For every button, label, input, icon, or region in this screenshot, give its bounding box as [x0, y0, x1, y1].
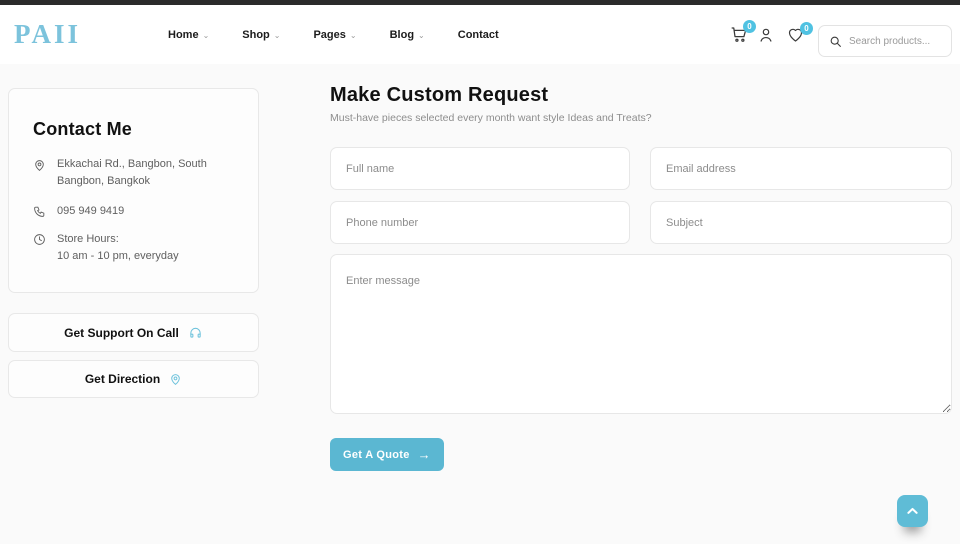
phone-icon: [33, 203, 46, 223]
phone-row: 095 949 9419: [33, 203, 247, 223]
address-row: Ekkachai Rd., Bangbon, South Bangbon, Ba…: [33, 156, 247, 190]
hours-value: 10 am - 10 pm, everyday: [57, 250, 179, 262]
contact-card: Contact Me Ekkachai Rd., Bangbon, South …: [8, 88, 259, 293]
email-input[interactable]: [650, 147, 952, 190]
message-textarea[interactable]: [330, 254, 952, 414]
main-content: Contact Me Ekkachai Rd., Bangbon, South …: [0, 64, 960, 544]
get-quote-button[interactable]: Get A Quote →: [330, 438, 444, 471]
chevron-down-icon: ⌄: [418, 30, 425, 40]
clock-icon: [33, 231, 46, 265]
form-subtitle: Must-have pieces selected every month wa…: [330, 112, 652, 124]
main-nav: Home ⌄ Shop ⌄ Pages ⌄ Blog ⌄ Contact: [168, 5, 499, 64]
account-button[interactable]: [757, 28, 775, 46]
form-title: Make Custom Request: [330, 84, 549, 106]
subject-input[interactable]: [650, 201, 952, 244]
cart-button[interactable]: 0: [728, 20, 756, 46]
search-box[interactable]: [818, 25, 952, 57]
arrow-right-icon: →: [417, 447, 431, 462]
hours-label: Store Hours:: [57, 233, 119, 245]
contact-card-title: Contact Me: [33, 119, 133, 139]
wishlist-button[interactable]: 0: [785, 22, 813, 46]
chevron-up-icon: [907, 507, 918, 515]
cart-count-badge: 0: [743, 20, 756, 33]
chevron-down-icon: ⌄: [349, 30, 357, 40]
search-input[interactable]: [849, 35, 941, 47]
search-icon: [829, 35, 842, 48]
address-text: Ekkachai Rd., Bangbon, South Bangbon, Ba…: [57, 158, 207, 187]
page: PAII Home ⌄ Shop ⌄ Pages ⌄ Blog ⌄ Contac…: [0, 0, 960, 544]
map-pin-icon: [33, 156, 46, 190]
full-name-input[interactable]: [330, 147, 630, 190]
phone-text[interactable]: 095 949 9419: [57, 203, 247, 223]
hours-row: Store Hours: 10 am - 10 pm, everyday: [33, 231, 247, 265]
get-support-button[interactable]: Get Support On Call: [8, 313, 259, 352]
nav-item-pages[interactable]: Pages ⌄: [313, 29, 356, 41]
location-pin-icon: [169, 372, 182, 387]
phone-input[interactable]: [330, 201, 630, 244]
headphones-icon: [188, 326, 203, 340]
chevron-down-icon: ⌄: [273, 30, 281, 40]
get-direction-button[interactable]: Get Direction: [8, 360, 259, 398]
header: PAII Home ⌄ Shop ⌄ Pages ⌄ Blog ⌄ Contac…: [0, 5, 960, 64]
nav-item-shop[interactable]: Shop ⌄: [242, 29, 280, 41]
user-icon: [757, 26, 775, 49]
scroll-to-top-button[interactable]: [897, 495, 928, 527]
logo[interactable]: PAII: [14, 19, 81, 50]
nav-item-contact[interactable]: Contact: [458, 29, 499, 41]
wishlist-count-badge: 0: [800, 22, 813, 35]
chevron-down-icon: ⌄: [202, 30, 210, 40]
hours-text: Store Hours: 10 am - 10 pm, everyday: [57, 231, 247, 265]
nav-item-blog[interactable]: Blog ⌄: [390, 29, 425, 41]
nav-item-home[interactable]: Home ⌄: [168, 29, 209, 41]
